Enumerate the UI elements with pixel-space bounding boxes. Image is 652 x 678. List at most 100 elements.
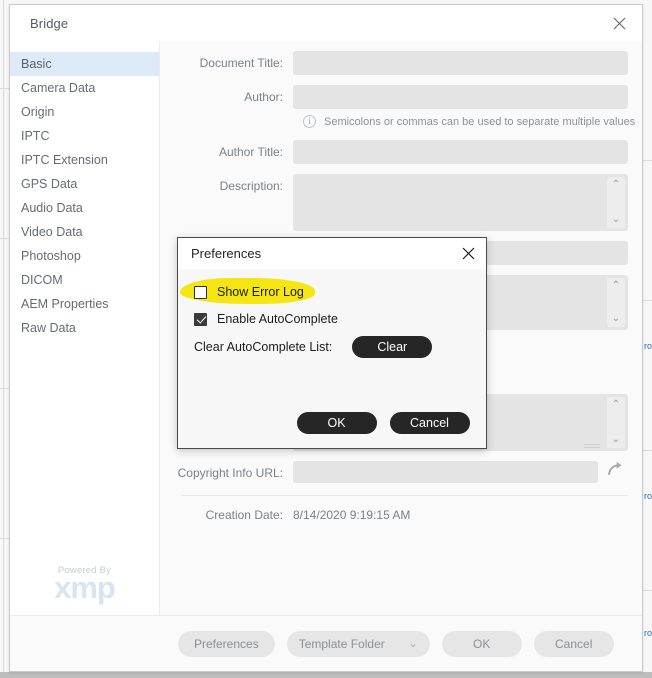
creation-date-value: 8/14/2020 9:19:15 AM [293, 508, 411, 522]
go-to-url-arrow-icon[interactable] [602, 461, 628, 476]
chevron-up-icon[interactable]: ⌃ [612, 180, 620, 190]
template-folder-value: Template Folder [298, 636, 385, 651]
backdrop-divider [643, 590, 652, 591]
author-title-label: Author Title: [218, 145, 283, 159]
clear-button[interactable]: Clear [352, 336, 433, 358]
author-label: Author: [244, 90, 283, 104]
info-icon: i [303, 115, 316, 128]
show-error-log-row[interactable]: Show Error Log [178, 281, 486, 303]
close-icon[interactable] [602, 8, 636, 38]
sidebar-item-aem-properties[interactable]: AEM Properties [10, 292, 159, 316]
show-error-log-checkbox[interactable] [194, 285, 207, 299]
backdrop-divider [0, 88, 9, 89]
sidebar-item-label: Basic [21, 57, 52, 71]
backdrop-text-snippet: ro [644, 341, 652, 351]
backdrop-divider [643, 300, 652, 301]
backdrop-divider [0, 238, 9, 239]
description-scrollbar[interactable]: ⌃ ⌄ [607, 177, 625, 228]
copyright-notice-scrollbar[interactable]: ⌃ ⌄ [607, 397, 625, 448]
chevron-down-icon[interactable]: ⌄ [612, 314, 620, 324]
author-hint: i Semicolons or commas can be used to se… [303, 115, 642, 128]
sidebar-item-origin[interactable]: Origin [10, 100, 159, 124]
field-row-creation-date: Creation Date: 8/14/2020 9:19:15 AM [160, 506, 642, 524]
ok-button[interactable]: OK [441, 630, 522, 657]
sidebar-item-label: GPS Data [21, 177, 78, 191]
xmp-logo: Powered By xmp [10, 565, 159, 603]
chevron-up-icon[interactable]: ⌃ [612, 281, 620, 291]
enable-autocomplete-checkbox[interactable] [194, 312, 207, 326]
clear-autocomplete-row: Clear AutoComplete List: Clear [178, 336, 486, 358]
preferences-title: Preferences [191, 246, 262, 261]
field-row-author-title: Author Title: [160, 140, 642, 164]
preferences-titlebar: Preferences [178, 238, 486, 269]
chevron-down-icon[interactable]: ⌄ [408, 637, 417, 650]
sidebar-item-photoshop[interactable]: Photoshop [10, 244, 159, 268]
show-error-log-label: Show Error Log [217, 285, 304, 299]
sidebar-item-label: IPTC Extension [21, 153, 108, 167]
backdrop-text-snippet: ro [644, 628, 652, 638]
enable-autocomplete-row[interactable]: Enable AutoComplete [178, 308, 486, 330]
description-label: Description: [219, 179, 283, 193]
category-sidebar: Basic Camera Data Origin IPTC IPTC Exten… [10, 41, 160, 615]
chevron-down-icon[interactable]: ⌄ [612, 215, 620, 225]
preferences-cancel-button[interactable]: Cancel [389, 412, 470, 434]
close-icon[interactable] [454, 241, 482, 267]
sidebar-item-label: Video Data [21, 225, 83, 239]
preferences-footer: OK Cancel [178, 412, 486, 434]
backdrop-divider [0, 538, 9, 539]
resize-grip-icon[interactable] [584, 444, 600, 448]
sidebar-item-raw-data[interactable]: Raw Data [10, 316, 159, 340]
field-row-copyright-info-url: Copyright Info URL: [160, 461, 642, 485]
sidebar-item-iptc-extension[interactable]: IPTC Extension [10, 148, 159, 172]
sidebar-item-label: Raw Data [21, 321, 76, 335]
sidebar-item-label: Photoshop [21, 249, 81, 263]
backdrop-divider [0, 388, 9, 389]
document-title-label: Document Title: [199, 56, 283, 70]
window-titlebar: Bridge [10, 5, 642, 41]
sidebar-item-audio-data[interactable]: Audio Data [10, 196, 159, 220]
copyright-info-url-label: Copyright Info URL: [177, 466, 283, 480]
sidebar-item-label: AEM Properties [21, 297, 109, 311]
field-row-document-title: Document Title: [160, 51, 642, 75]
cancel-button[interactable]: Cancel [533, 630, 614, 657]
author-input[interactable] [293, 85, 628, 109]
author-title-input[interactable] [293, 140, 628, 164]
preferences-ok-button[interactable]: OK [296, 412, 377, 434]
description-textarea[interactable]: ⌃ ⌄ [293, 174, 628, 231]
sidebar-item-gps-data[interactable]: GPS Data [10, 172, 159, 196]
preferences-button[interactable]: Preferences [178, 630, 275, 657]
sidebar-item-label: Audio Data [21, 201, 83, 215]
sidebar-item-iptc[interactable]: IPTC [10, 124, 159, 148]
backdrop-bottom-strip [0, 672, 652, 678]
field-row-description: Description: ⌃ ⌄ [160, 174, 642, 231]
sidebar-item-basic[interactable]: Basic [10, 52, 159, 76]
preferences-dialog: Preferences Show Error Log Enable AutoCo… [177, 237, 487, 449]
enable-autocomplete-label: Enable AutoComplete [217, 312, 338, 326]
template-folder-select[interactable]: Template Folder ⌄ [286, 630, 430, 657]
backdrop-divider [643, 160, 652, 161]
chevron-down-icon[interactable]: ⌄ [612, 435, 620, 445]
sidebar-item-label: DICOM [21, 273, 63, 287]
sidebar-item-label: IPTC [21, 129, 50, 143]
sidebar-item-camera-data[interactable]: Camera Data [10, 76, 159, 100]
creation-date-label: Creation Date: [205, 508, 283, 522]
xmp-wordmark: xmp [54, 570, 116, 605]
preferences-body: Show Error Log Enable AutoComplete Clear… [178, 269, 486, 448]
window-title: Bridge [30, 15, 69, 31]
sidebar-item-label: Camera Data [21, 81, 96, 95]
sidebar-item-video-data[interactable]: Video Data [10, 220, 159, 244]
copyright-info-url-input[interactable] [293, 461, 598, 483]
obscured-scrollbar[interactable]: ⌃ ⌄ [607, 278, 625, 327]
backdrop-text-snippet: ro [644, 491, 652, 501]
chevron-up-icon[interactable]: ⌃ [612, 400, 620, 410]
document-title-input[interactable] [293, 51, 628, 75]
author-hint-text: Semicolons or commas can be used to sepa… [324, 115, 636, 128]
backdrop-vertical-rule [3, 0, 4, 678]
backdrop-divider [643, 450, 652, 451]
section-divider [182, 495, 628, 496]
clear-autocomplete-label: Clear AutoComplete List: [194, 340, 333, 354]
field-row-author: Author: [160, 85, 642, 109]
sidebar-item-dicom[interactable]: DICOM [10, 268, 159, 292]
sidebar-item-label: Origin [21, 105, 55, 119]
window-footer-toolbar: Preferences Template Folder ⌄ OK Cancel [10, 615, 642, 671]
